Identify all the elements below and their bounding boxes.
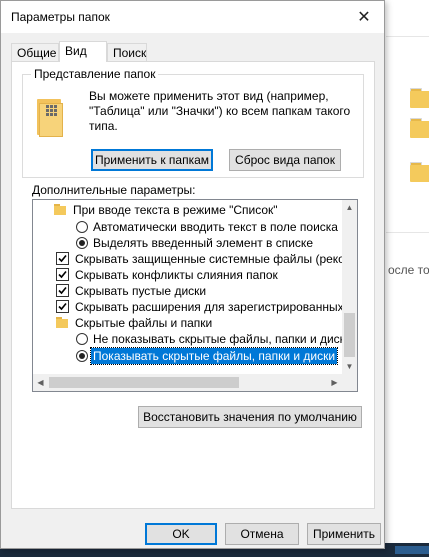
list-item: Скрытые файлы и папки — [54, 315, 343, 331]
folder-icon — [54, 204, 66, 215]
vertical-scrollbar[interactable]: ▲ ▼ — [342, 200, 357, 374]
scroll-left-icon[interactable]: ◀ — [33, 374, 48, 391]
list-item[interactable]: Не показывать скрытые файлы, папки и дис… — [73, 331, 343, 347]
list-item[interactable]: Скрывать пустые диски — [54, 283, 343, 299]
ok-button[interactable]: OK — [145, 523, 217, 545]
list-item-label: Скрывать конфликты слияния папок — [75, 268, 278, 282]
scrollbar-corner — [342, 374, 357, 391]
list-item[interactable]: Автоматически вводить текст в поле поиск… — [73, 219, 343, 235]
list-item-label: Скрывать расширения для зарегистрированн… — [75, 300, 343, 314]
radio-button[interactable] — [76, 333, 88, 345]
folder-view-group-title: Представление папок — [31, 67, 159, 81]
list-item-label: Выделять введенный элемент в списке — [93, 236, 313, 250]
title-bar[interactable]: Параметры папок ✕ — [1, 1, 384, 33]
tab-view[interactable]: Вид — [59, 41, 107, 62]
list-item-label: Скрывать пустые диски — [75, 284, 207, 298]
cancel-button[interactable]: Отмена — [225, 523, 299, 545]
restore-defaults-button[interactable]: Восстановить значения по умолчанию — [138, 406, 362, 428]
checkbox[interactable] — [56, 300, 69, 313]
close-button[interactable]: ✕ — [344, 1, 384, 33]
list-item[interactable]: Показывать скрытые файлы, папки и диски — [73, 347, 343, 365]
folder-options-dialog: Параметры папок ✕ Общие Вид Поиск Предст… — [0, 0, 385, 549]
list-item-label: Скрытые файлы и папки — [75, 316, 213, 330]
list-item[interactable]: Скрывать конфликты слияния папок — [54, 267, 343, 283]
scroll-down-icon[interactable]: ▼ — [342, 359, 357, 374]
folder-icon — [410, 162, 429, 182]
folder-view-icon — [37, 97, 63, 137]
radio-button[interactable] — [76, 221, 88, 233]
advanced-settings-list[interactable]: При вводе текста в режиме "Список" Автом… — [32, 199, 358, 392]
tab-general[interactable]: Общие — [11, 43, 59, 61]
list-item-label-selected: Показывать скрытые файлы, папки и диски — [89, 347, 339, 365]
radio-button[interactable] — [76, 350, 88, 362]
reset-folders-button[interactable]: Сброс вида папок — [229, 149, 341, 171]
list-item[interactable]: Скрывать расширения для зарегистрированн… — [54, 299, 343, 315]
tab-search[interactable]: Поиск — [107, 43, 147, 61]
folder-icon — [410, 118, 429, 138]
folder-icon — [410, 88, 429, 108]
list-item-label: Не показывать скрытые файлы, папки и дис… — [93, 332, 343, 346]
scroll-right-icon[interactable]: ▶ — [327, 374, 342, 391]
apply-to-folders-button[interactable]: Применить к папкам — [91, 149, 213, 171]
divider — [386, 36, 429, 37]
taskbar-app-icon[interactable] — [395, 546, 429, 554]
apply-button[interactable]: Применить — [307, 523, 381, 545]
list-item-label: При вводе текста в режиме "Список" — [73, 203, 278, 217]
list-item-label: Автоматически вводить текст в поле поиск… — [93, 220, 338, 234]
checkbox[interactable] — [56, 284, 69, 297]
checkbox[interactable] — [56, 252, 69, 265]
list-item: При вводе текста в режиме "Список" — [54, 202, 343, 218]
list-item[interactable]: Скрывать защищенные системные файлы (рек… — [54, 251, 343, 267]
list-item-label: Скрывать защищенные системные файлы (рек… — [75, 252, 343, 266]
vertical-scroll-thumb[interactable] — [344, 313, 355, 357]
dialog-title: Параметры папок — [11, 10, 110, 24]
background-partial-text: осле то — [388, 263, 429, 277]
checkbox[interactable] — [56, 268, 69, 281]
radio-button[interactable] — [76, 237, 88, 249]
close-icon: ✕ — [357, 9, 371, 26]
horizontal-scrollbar[interactable]: ◀ ▶ — [33, 374, 342, 391]
scroll-up-icon[interactable]: ▲ — [342, 200, 357, 215]
list-item[interactable]: Выделять введенный элемент в списке — [73, 235, 343, 251]
divider — [386, 232, 429, 233]
advanced-settings-label: Дополнительные параметры: — [32, 183, 196, 197]
horizontal-scroll-thumb[interactable] — [49, 377, 239, 388]
advanced-settings-items: При вводе текста в режиме "Список" Автом… — [33, 200, 343, 374]
folder-view-group: Представление папок Вы можете применить … — [22, 67, 364, 178]
folder-icon — [56, 317, 68, 328]
folder-view-description: Вы можете применить этот вид (например, … — [89, 89, 351, 133]
